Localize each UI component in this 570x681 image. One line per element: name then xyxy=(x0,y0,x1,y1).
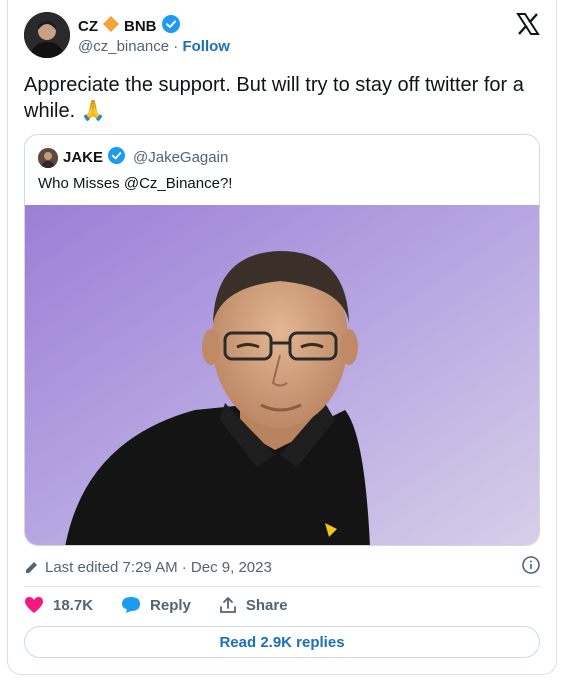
read-replies-button[interactable]: Read 2.9K replies xyxy=(24,626,540,658)
author-name[interactable]: CZ xyxy=(78,18,98,35)
quote-avatar xyxy=(38,147,58,168)
action-bar: 18.7K Reply Share xyxy=(24,596,316,614)
verified-icon xyxy=(108,147,126,168)
divider xyxy=(24,586,540,587)
share-button[interactable]: Share xyxy=(219,596,288,614)
author-handle[interactable]: @cz_binance xyxy=(78,38,169,55)
separator: · xyxy=(173,38,179,55)
reply-button[interactable]: Reply xyxy=(121,596,191,614)
share-label: Share xyxy=(245,596,288,614)
like-button[interactable]: 18.7K xyxy=(24,596,93,614)
pencil-icon xyxy=(24,560,39,575)
author-avatar[interactable] xyxy=(24,12,70,58)
share-icon xyxy=(219,596,237,614)
quote-author-handle: @JakeGagain xyxy=(133,149,229,166)
x-logo-icon[interactable] xyxy=(516,12,540,36)
author-handle-row: @cz_binance · Follow xyxy=(78,38,230,55)
follow-button[interactable]: Follow xyxy=(182,38,230,55)
last-edited[interactable]: Last edited 7:29 AM · Dec 9, 2023 xyxy=(45,559,272,576)
info-icon[interactable] xyxy=(522,556,540,578)
quote-header: JAKE @JakeGagain xyxy=(38,147,228,168)
quote-text: Who Misses @Cz_Binance?! xyxy=(38,175,233,192)
tweet-meta: Last edited 7:29 AM · Dec 9, 2023 xyxy=(24,556,540,578)
quote-photo[interactable] xyxy=(25,205,539,545)
bnb-diamond-icon xyxy=(103,16,119,36)
quoted-tweet[interactable]: JAKE @JakeGagain Who Misses @Cz_Binance?… xyxy=(24,134,540,546)
tweet-text: Appreciate the support. But will try to … xyxy=(24,74,524,122)
reply-label: Reply xyxy=(150,596,191,614)
reply-bubble-icon xyxy=(121,596,141,614)
author-name-row[interactable]: CZ BNB xyxy=(78,15,180,37)
author-symbol: BNB xyxy=(124,17,157,35)
like-count: 18.7K xyxy=(53,596,94,614)
verified-icon xyxy=(161,15,180,37)
quote-author-name: JAKE xyxy=(63,149,104,166)
heart-icon xyxy=(24,596,44,614)
